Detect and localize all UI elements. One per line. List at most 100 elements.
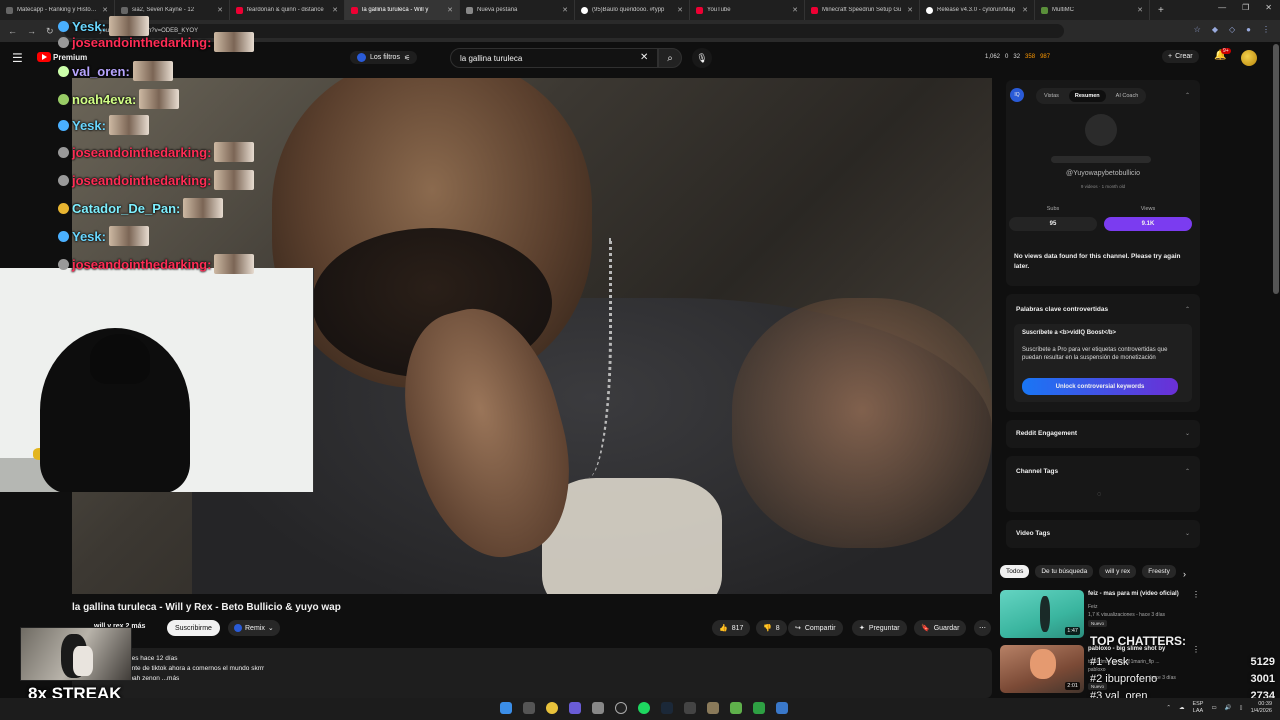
stat-value: 32: [1013, 54, 1021, 60]
maximize-icon[interactable]: ❐: [1242, 3, 1249, 12]
chat-username: joseandointhedarking:: [72, 256, 212, 272]
youtube-logo-icon[interactable]: [37, 52, 51, 62]
share-button[interactable]: ↪ Compartir: [788, 620, 843, 636]
ask-button[interactable]: ✦ Preguntar: [852, 620, 907, 636]
close-tab-icon[interactable]: ✕: [332, 6, 338, 14]
chips-next-chevron-icon[interactable]: ›: [1183, 569, 1186, 579]
chip-freestyle[interactable]: Freesty: [1142, 565, 1176, 578]
close-tab-icon[interactable]: ✕: [792, 6, 798, 14]
close-tab-icon[interactable]: ✕: [1137, 6, 1143, 14]
profile-icon[interactable]: ●: [1246, 25, 1251, 34]
chip-from-search[interactable]: De tu búsqueda: [1035, 565, 1094, 578]
close-tab-icon[interactable]: ✕: [677, 6, 683, 14]
more-actions-button[interactable]: ⋯: [974, 620, 991, 636]
chip-will-y-rex[interactable]: will y rex: [1099, 565, 1137, 578]
app-icon[interactable]: [776, 702, 788, 714]
browser-tab[interactable]: Minecraft Speedrun Setup Gu ✕: [805, 0, 920, 20]
vidiq-tab-vistas[interactable]: Vistas: [1038, 90, 1065, 102]
close-tab-icon[interactable]: ✕: [102, 6, 108, 14]
system-tray: ⌃ ☁ ESP LAA ▭ 🔊 ▯ 00:39 1/4/2026: [1166, 701, 1272, 715]
collapse-chevron-icon[interactable]: ⌃: [1185, 92, 1190, 99]
forward-icon[interactable]: →: [27, 26, 36, 36]
chat-emote: [214, 170, 255, 190]
more-options-icon[interactable]: ⋮: [1192, 590, 1200, 599]
close-tab-icon[interactable]: ✕: [1022, 6, 1028, 14]
like-button[interactable]: 👍 817: [712, 620, 751, 636]
reload-icon[interactable]: ↻: [46, 26, 54, 37]
chevron-up-icon[interactable]: ⌃: [1185, 306, 1190, 313]
search-button[interactable]: ⌕: [658, 48, 682, 68]
browser-tab[interactable]: (95)Baulo queridooo. #fypp ✕: [575, 0, 690, 20]
chrome-icon[interactable]: [546, 702, 558, 714]
calculator-icon[interactable]: [684, 702, 696, 714]
menu-dots-icon[interactable]: ⋮: [1262, 25, 1270, 34]
filters-button[interactable]: Los filtros ⚟: [350, 51, 418, 64]
create-button[interactable]: + Crear: [1162, 50, 1199, 63]
close-window-icon[interactable]: ✕: [1265, 3, 1272, 12]
more-options-icon[interactable]: ⋮: [1192, 645, 1200, 654]
reddit-engagement-card[interactable]: Reddit Engagement ⌄: [1006, 420, 1200, 448]
page-scrollbar[interactable]: [1273, 44, 1279, 294]
chat-badge-icon: [58, 202, 69, 214]
save-button[interactable]: 🔖 Guardar: [914, 620, 967, 636]
vidiq-tab-ai-coach[interactable]: AI Coach: [1110, 90, 1145, 102]
unlock-keywords-button[interactable]: Unlock controversial keywords: [1022, 378, 1178, 395]
browser-tab[interactable]: feardorian & quinn - distance ✕: [230, 0, 345, 20]
stat-value: 1,062: [985, 54, 1001, 60]
language-indicator[interactable]: ESP LAA: [1192, 701, 1203, 715]
dislike-button[interactable]: 👎 8: [756, 620, 787, 636]
star-icon[interactable]: ☆: [1194, 25, 1201, 34]
hamburger-menu-icon[interactable]: ☰: [12, 51, 23, 65]
channel-tags-title[interactable]: Channel Tags: [1016, 468, 1058, 475]
tray-chevron-icon[interactable]: ⌃: [1166, 705, 1171, 711]
chip-all[interactable]: Todos: [1000, 565, 1030, 578]
browser-tab[interactable]: la gallina turuleca - Will y ✕: [345, 0, 460, 20]
browser-tab[interactable]: Nueva pestaña ✕: [460, 0, 575, 20]
steam-icon[interactable]: [661, 702, 673, 714]
close-tab-icon[interactable]: ✕: [217, 6, 223, 14]
voice-search-button[interactable]: 🎙: [692, 48, 712, 68]
minimize-icon[interactable]: —: [1218, 3, 1226, 12]
onedrive-icon[interactable]: ☁: [1179, 705, 1185, 711]
recommended-video[interactable]: 1:47 feiz - mas para mi (video oficial) …: [1000, 590, 1200, 638]
windows-start-icon[interactable]: [500, 702, 512, 714]
controversial-keywords-title[interactable]: Palabras clave controvertidas: [1016, 306, 1108, 313]
account-avatar[interactable]: [1241, 50, 1257, 66]
video-thumbnail[interactable]: 1:47: [1000, 590, 1084, 638]
extension-icon[interactable]: ◇: [1229, 25, 1235, 34]
vidiq-tab-resumen[interactable]: Resumen: [1068, 90, 1106, 102]
notepad-icon[interactable]: [592, 702, 604, 714]
browser-tab[interactable]: Release v4.3.0 - cylorun/Map ✕: [920, 0, 1035, 20]
close-tab-icon[interactable]: ✕: [447, 6, 453, 14]
back-icon[interactable]: ←: [8, 26, 17, 36]
new-tab-button[interactable]: +: [1158, 5, 1164, 16]
network-icon[interactable]: ▭: [1211, 705, 1216, 711]
extension-icon[interactable]: ◆: [1212, 25, 1218, 34]
app-icon[interactable]: [753, 702, 765, 714]
clear-search-icon[interactable]: ✕: [640, 52, 648, 63]
search-icon[interactable]: [523, 702, 535, 714]
browser-tab[interactable]: YouTube ✕: [690, 0, 805, 20]
remix-button[interactable]: Remix ⌄: [228, 620, 280, 636]
description-more[interactable]: ibah zenon ...más: [80, 674, 984, 684]
multimc-icon[interactable]: [730, 702, 742, 714]
discord-icon[interactable]: [569, 702, 581, 714]
chevron-up-icon[interactable]: ⌃: [1185, 468, 1190, 475]
minecraft-icon[interactable]: [707, 702, 719, 714]
subscribe-button[interactable]: Suscribirme: [167, 620, 220, 636]
browser-tab[interactable]: MultiMC ✕: [1035, 0, 1150, 20]
video-description[interactable]: nes hace 12 días ante de tiktok ahora a …: [72, 648, 992, 698]
views-value[interactable]: 9.1K: [1104, 217, 1192, 231]
search-input[interactable]: la gallina turuleca: [450, 48, 658, 68]
clock[interactable]: 00:39 1/4/2026: [1251, 701, 1272, 715]
volume-icon[interactable]: 🔊: [1225, 705, 1232, 711]
channel-handle[interactable]: @Yuyowapybetobullicio: [1006, 170, 1200, 177]
spotify-icon[interactable]: [638, 702, 650, 714]
video-tags-card[interactable]: Video Tags ⌄: [1006, 520, 1200, 548]
close-tab-icon[interactable]: ✕: [907, 6, 913, 14]
obs-icon[interactable]: [615, 702, 627, 714]
battery-icon[interactable]: ▯: [1240, 705, 1243, 711]
video-thumbnail[interactable]: 2:01: [1000, 645, 1084, 693]
like-count: 817: [731, 624, 744, 632]
close-tab-icon[interactable]: ✕: [562, 6, 568, 14]
